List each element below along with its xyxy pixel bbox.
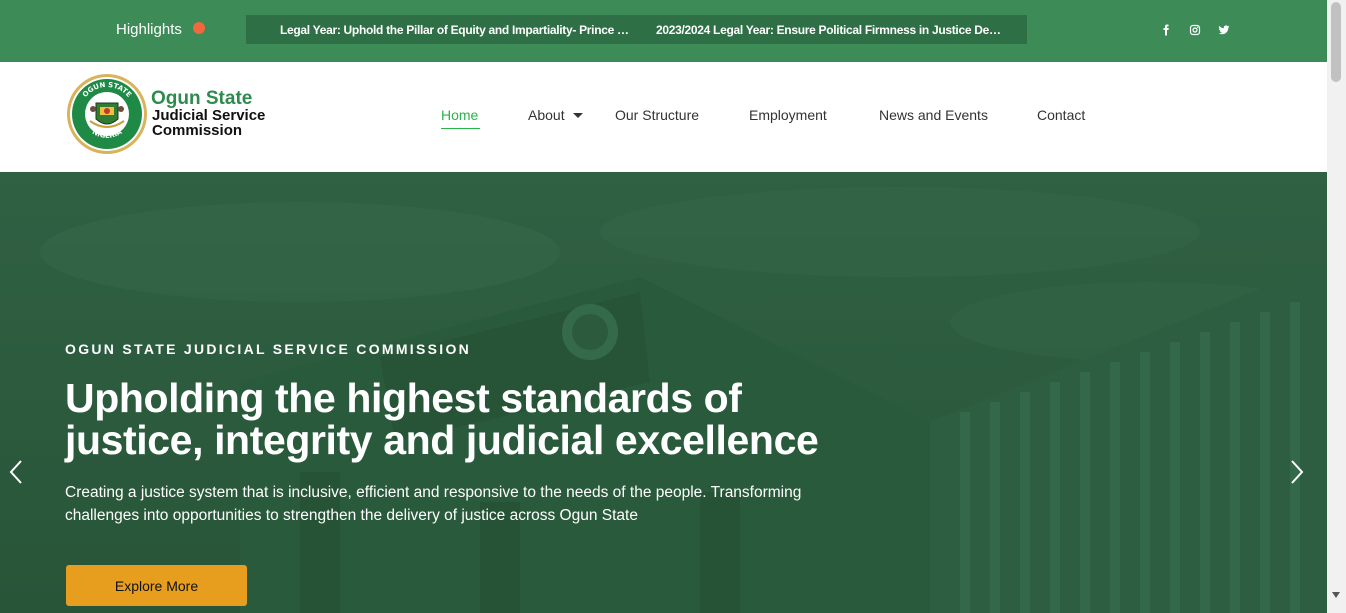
hero-eyebrow: OGUN STATE JUDICIAL SERVICE COMMISSION bbox=[65, 341, 472, 357]
hero-headline-line1: Upholding the highest standards of bbox=[65, 375, 742, 421]
hero-subtext: Creating a justice system that is inclus… bbox=[65, 481, 865, 527]
page-scrollbar[interactable] bbox=[1327, 0, 1346, 613]
facebook-icon[interactable] bbox=[1158, 22, 1174, 38]
hero-headline-line2: justice, integrity and judicial excellen… bbox=[65, 417, 819, 463]
highlights-bar: Highlights Legal Year: Uphold the Pillar… bbox=[0, 0, 1327, 62]
hero-subtext-line2: challenges into opportunities to strengt… bbox=[65, 507, 638, 524]
ogun-state-seal-logo[interactable]: OGUN STATE NIGERIA bbox=[66, 73, 148, 155]
chevron-down-icon[interactable] bbox=[573, 113, 583, 118]
brand-subtitle-line2: Commission bbox=[152, 122, 243, 139]
scroll-down-arrow-icon[interactable] bbox=[1332, 592, 1340, 598]
hero-subtext-line1: Creating a justice system that is inclus… bbox=[65, 484, 802, 501]
site-header: OGUN STATE NIGERIA Ogun State Judicial S… bbox=[0, 62, 1327, 172]
explore-more-button[interactable]: Explore More bbox=[66, 565, 247, 606]
nav-about[interactable]: About bbox=[528, 107, 565, 123]
nav-our-structure[interactable]: Our Structure bbox=[615, 107, 699, 123]
nav-active-indicator bbox=[441, 128, 480, 129]
live-dot-icon bbox=[193, 22, 205, 34]
nav-news-and-events[interactable]: News and Events bbox=[879, 107, 988, 123]
hero-slider: OGUN STATE JUDICIAL SERVICE COMMISSION U… bbox=[0, 172, 1327, 613]
nav-home[interactable]: Home bbox=[441, 107, 478, 123]
instagram-icon[interactable] bbox=[1187, 22, 1203, 38]
ticker-news-item[interactable]: Legal Year: Uphold the Pillar of Equity … bbox=[280, 23, 632, 37]
news-ticker: Legal Year: Uphold the Pillar of Equity … bbox=[246, 15, 1027, 44]
brand-subtitle-line1: Judicial Service bbox=[152, 107, 266, 124]
twitter-icon[interactable] bbox=[1216, 22, 1232, 38]
highlights-label: Highlights bbox=[116, 21, 182, 38]
ticker-news-item[interactable]: 2023/2024 Legal Year: Ensure Political F… bbox=[656, 23, 1002, 37]
nav-contact[interactable]: Contact bbox=[1037, 107, 1085, 123]
chevron-right-icon[interactable] bbox=[1287, 458, 1307, 486]
chevron-left-icon[interactable] bbox=[6, 458, 26, 486]
nav-employment[interactable]: Employment bbox=[749, 107, 827, 123]
hero-headline: Upholding the highest standards of justi… bbox=[65, 375, 819, 463]
scrollbar-thumb[interactable] bbox=[1331, 2, 1341, 82]
